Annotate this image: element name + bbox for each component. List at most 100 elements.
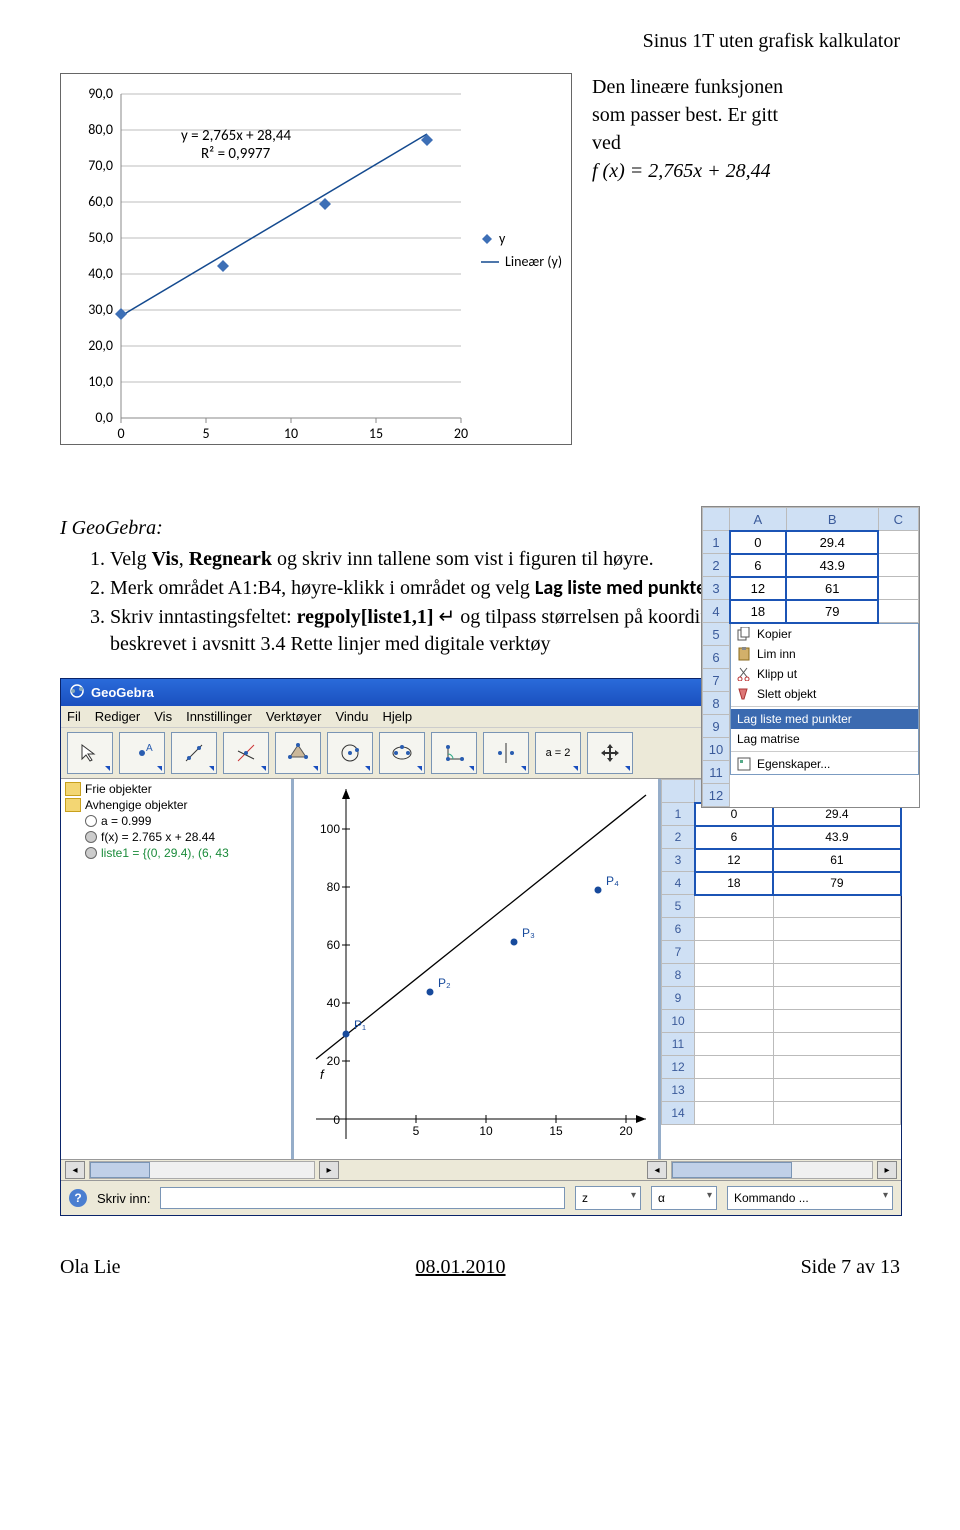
gg-row-8[interactable]: 8 (662, 964, 695, 987)
row-5-header[interactable]: 5 (703, 623, 730, 646)
scroll-left-button-2[interactable]: ◂ (647, 1161, 667, 1179)
algebra-view[interactable]: Frie objekter Avhengige objekter a = 0.9… (61, 779, 294, 1159)
tool-polygon[interactable] (275, 732, 321, 774)
scroll-left-button[interactable]: ◂ (65, 1161, 85, 1179)
col-a[interactable]: A (730, 508, 787, 531)
tool-ellipse[interactable] (379, 732, 425, 774)
spreadsheet-view[interactable]: AB 1029.4 2643.9 31261 41879 5 6 7 8 9 1… (661, 779, 901, 1159)
row-10-header[interactable]: 10 (703, 738, 730, 761)
gg-b5[interactable] (773, 895, 900, 918)
gg-a8[interactable] (695, 964, 774, 987)
tool-circle[interactable] (327, 732, 373, 774)
cell-c1[interactable] (878, 531, 918, 554)
tool-move[interactable] (67, 732, 113, 774)
scroll-thumb-2[interactable] (672, 1162, 792, 1178)
menu-hjelp[interactable]: Hjelp (382, 709, 412, 724)
menu-vindu[interactable]: Vindu (335, 709, 368, 724)
gg-row-1[interactable]: 1 (662, 803, 695, 826)
greek-dropdown[interactable]: α (651, 1186, 717, 1210)
gg-row-3[interactable]: 3 (662, 849, 695, 872)
gg-row-4[interactable]: 4 (662, 872, 695, 895)
algebra-node-liste[interactable]: liste1 = {(0, 29.4), (6, 43 (63, 845, 289, 861)
gg-a14[interactable] (695, 1102, 774, 1125)
gg-row-10[interactable]: 10 (662, 1010, 695, 1033)
visibility-icon[interactable] (85, 847, 97, 859)
gg-b10[interactable] (773, 1010, 900, 1033)
gg-a11[interactable] (695, 1033, 774, 1056)
menu-copy[interactable]: Kopier (731, 624, 918, 644)
cell-b1[interactable]: 29.4 (786, 531, 878, 554)
row-3-header[interactable]: 3 (703, 577, 730, 600)
gg-row-11[interactable]: 11 (662, 1033, 695, 1056)
visibility-icon[interactable] (85, 831, 97, 843)
cell-b2[interactable]: 43.9 (786, 554, 878, 577)
gg-a13[interactable] (695, 1079, 774, 1102)
row-11-header[interactable]: 11 (703, 761, 730, 784)
algebra-node-f[interactable]: f(x) = 2.765 x + 28.44 (63, 829, 289, 845)
gg-b13[interactable] (773, 1079, 900, 1102)
tool-perp[interactable] (223, 732, 269, 774)
menu-fil[interactable]: Fil (67, 709, 81, 724)
row-1-header[interactable]: 1 (703, 531, 730, 554)
tool-point[interactable]: A (119, 732, 165, 774)
gg-a12[interactable] (695, 1056, 774, 1079)
menu-properties[interactable]: Egenskaper... (731, 754, 918, 774)
input-field[interactable] (160, 1187, 565, 1209)
row-2-header[interactable]: 2 (703, 554, 730, 577)
gg-row-13[interactable]: 13 (662, 1079, 695, 1102)
menu-cut[interactable]: Klipp ut (731, 664, 918, 684)
menu-vis[interactable]: Vis (154, 709, 172, 724)
algebra-free-folder[interactable]: Frie objekter (63, 781, 289, 797)
gg-row-9[interactable]: 9 (662, 987, 695, 1010)
gg-row-14[interactable]: 14 (662, 1102, 695, 1125)
row-4-header[interactable]: 4 (703, 600, 730, 623)
row-7-header[interactable]: 7 (703, 669, 730, 692)
cell-b4[interactable]: 79 (786, 600, 878, 623)
gg-b9[interactable] (773, 987, 900, 1010)
scroll-right-button-2[interactable]: ▸ (877, 1161, 897, 1179)
command-dropdown[interactable]: Kommando ... (727, 1186, 893, 1210)
tool-slider[interactable]: a = 2 (535, 732, 581, 774)
scroll-thumb[interactable] (90, 1162, 150, 1178)
cell-b3[interactable]: 61 (786, 577, 878, 600)
gg-a5[interactable] (695, 895, 774, 918)
gg-b12[interactable] (773, 1056, 900, 1079)
gg-row-6[interactable]: 6 (662, 918, 695, 941)
cell-a1[interactable]: 0 (730, 531, 787, 554)
gg-a7[interactable] (695, 941, 774, 964)
menu-paste[interactable]: Lim inn (731, 644, 918, 664)
tool-reflect[interactable] (483, 732, 529, 774)
gg-b2[interactable]: 43.9 (773, 826, 900, 849)
gg-row-12[interactable]: 12 (662, 1056, 695, 1079)
cell-c2[interactable] (878, 554, 918, 577)
gg-b8[interactable] (773, 964, 900, 987)
expr-dropdown[interactable]: z (575, 1186, 641, 1210)
menu-make-matrix[interactable]: Lag matrise (731, 729, 918, 749)
row-8-header[interactable]: 8 (703, 692, 730, 715)
menu-delete[interactable]: Slett objekt (731, 684, 918, 704)
row-9-header[interactable]: 9 (703, 715, 730, 738)
scroll-track-2[interactable] (671, 1161, 873, 1179)
cell-a4[interactable]: 18 (730, 600, 787, 623)
tool-move-view[interactable] (587, 732, 633, 774)
row-6-header[interactable]: 6 (703, 646, 730, 669)
corner-cell[interactable] (703, 508, 730, 531)
col-c[interactable]: C (878, 508, 918, 531)
gg-a3[interactable]: 12 (695, 849, 774, 872)
gg-a6[interactable] (695, 918, 774, 941)
gg-b3[interactable]: 61 (773, 849, 900, 872)
gg-b6[interactable] (773, 918, 900, 941)
cell-c3[interactable] (878, 577, 918, 600)
gg-a9[interactable] (695, 987, 774, 1010)
visibility-icon[interactable] (85, 815, 97, 827)
algebra-dep-folder[interactable]: Avhengige objekter (63, 797, 289, 813)
menu-innstillinger[interactable]: Innstillinger (186, 709, 252, 724)
gg-b11[interactable] (773, 1033, 900, 1056)
scroll-right-button[interactable]: ▸ (319, 1161, 339, 1179)
row-12-header[interactable]: 12 (703, 784, 730, 807)
gg-b14[interactable] (773, 1102, 900, 1125)
gg-row-5[interactable]: 5 (662, 895, 695, 918)
gg-row-2[interactable]: 2 (662, 826, 695, 849)
menu-make-list[interactable]: Lag liste med punkter (731, 709, 918, 729)
cell-a2[interactable]: 6 (730, 554, 787, 577)
